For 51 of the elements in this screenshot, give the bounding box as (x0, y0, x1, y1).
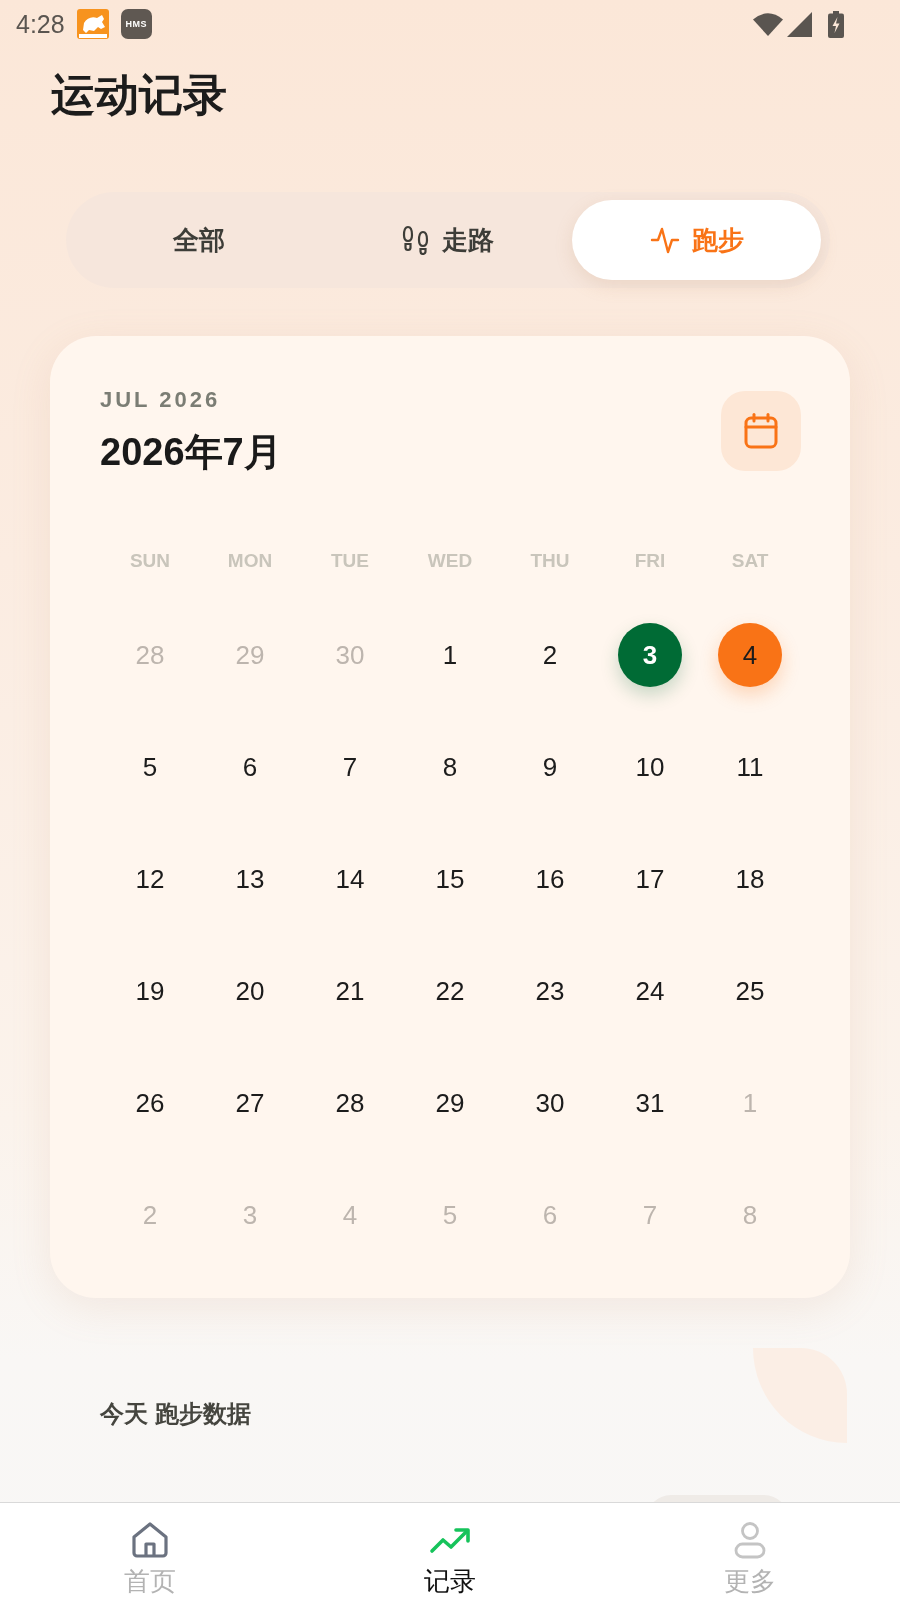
signal-icon (787, 11, 812, 37)
calendar-day[interactable]: 2 (518, 623, 582, 687)
calendar-day[interactable]: 21 (318, 959, 382, 1023)
calendar-icon (744, 412, 778, 449)
calendar-day[interactable]: 5 (118, 735, 182, 799)
tab[interactable]: 全部 (74, 200, 323, 280)
calendar-day[interactable]: 20 (218, 959, 282, 1023)
calendar-day[interactable]: 10 (618, 735, 682, 799)
app-icon (76, 9, 109, 39)
calendar-day[interactable]: 3 (618, 623, 682, 687)
calendar-day[interactable]: 29 (418, 1071, 482, 1135)
calendar-day[interactable]: 17 (618, 847, 682, 911)
calendar-day[interactable]: 8 (418, 735, 482, 799)
calendar-day[interactable]: 25 (718, 959, 782, 1023)
calendar-day[interactable]: 18 (718, 847, 782, 911)
calendar-day[interactable]: 26 (118, 1071, 182, 1135)
calendar-day[interactable]: 19 (118, 959, 182, 1023)
calendar-day[interactable]: 24 (618, 959, 682, 1023)
calendar-day[interactable]: 14 (318, 847, 382, 911)
calendar-day[interactable]: 11 (718, 735, 782, 799)
calendar-day[interactable]: 31 (618, 1071, 682, 1135)
calendar-day[interactable]: 12 (118, 847, 182, 911)
calendar-day[interactable]: 28 (318, 1071, 382, 1135)
month-code: JUL 2026 (100, 387, 222, 413)
calendar-day[interactable]: 6 (218, 735, 282, 799)
calendar-day[interactable]: 22 (418, 959, 482, 1023)
wifi-icon (753, 12, 783, 36)
tab[interactable]: 走路 (323, 200, 572, 280)
app-icon-tile: HMS (120, 9, 152, 39)
calendar-day[interactable]: 16 (518, 847, 582, 911)
month-title: 2026年7月 (100, 430, 282, 474)
battery-charging-icon (828, 10, 844, 38)
section-title: 今天 跑步数据 (100, 1400, 251, 1428)
calendar-day[interactable]: 9 (518, 735, 582, 799)
calendar-day[interactable]: 7 (318, 735, 382, 799)
status-time: 4:28 (16, 9, 65, 39)
calendar-button[interactable] (721, 390, 801, 471)
page-title: 运动记录 (51, 70, 227, 120)
calendar-day[interactable]: 30 (518, 1071, 582, 1135)
nav-item[interactable]: 记录 (300, 1503, 600, 1600)
calendar-day[interactable]: 23 (518, 959, 582, 1023)
person-icon (732, 1521, 768, 1559)
trending-up-icon (429, 1525, 471, 1555)
calendar-day[interactable]: 27 (218, 1071, 282, 1135)
home-icon (131, 1521, 169, 1559)
footprints-icon (401, 225, 430, 255)
calendar-day[interactable]: 4 (718, 623, 782, 687)
pulse-icon (649, 225, 680, 255)
calendar-day[interactable]: 15 (418, 847, 482, 911)
calendar-day[interactable]: 1 (418, 623, 482, 687)
calendar-day[interactable]: 13 (218, 847, 282, 911)
